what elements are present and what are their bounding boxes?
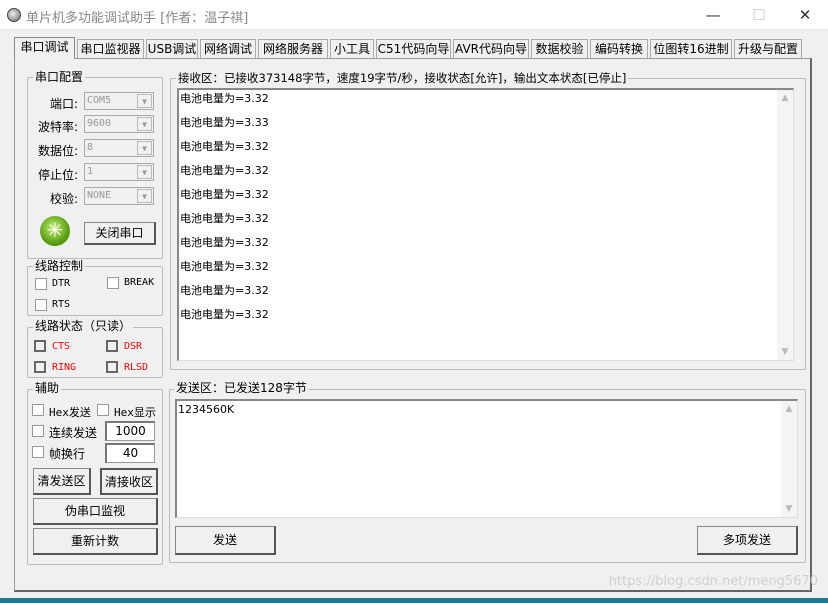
ring-checkbox xyxy=(34,361,46,373)
minimize-button[interactable]: — xyxy=(690,0,736,30)
receive-status-title: 接收区：已接收373148字节，速度19字节/秒，接收状态[允许]，输出文本状态… xyxy=(176,71,629,85)
data-bits-select[interactable]: 8 ▼ xyxy=(84,139,154,157)
scroll-up-icon[interactable]: ▲ xyxy=(777,93,793,103)
stop-bits-value: 1 xyxy=(87,166,94,177)
receive-line: 电池电量为=3.32 xyxy=(180,284,269,297)
rts-checkbox[interactable] xyxy=(35,299,47,311)
data-bits-value: 8 xyxy=(87,142,94,153)
tab-checksum[interactable]: 数据校验 xyxy=(531,39,588,59)
rlsd-label: RLSD xyxy=(124,362,149,373)
tab-tools[interactable]: 小工具 xyxy=(330,39,374,59)
pseudo-monitor-button[interactable]: 伪串口监视 xyxy=(33,498,158,525)
app-icon xyxy=(7,8,21,22)
scroll-down-icon[interactable]: ▼ xyxy=(781,504,797,514)
clear-send-button[interactable]: 清发送区 xyxy=(33,468,91,495)
tab-c51-wizard[interactable]: C51代码向导 xyxy=(376,39,451,59)
send-textarea[interactable]: 1234560K ▲ ▼ xyxy=(175,399,798,518)
tab-bar: 串口调试 串口监视器 USB调试 网络调试 网络服务器 小工具 C51代码向导 … xyxy=(14,37,804,59)
stop-bits-select[interactable]: 1 ▼ xyxy=(84,163,154,181)
tab-bitmap-hex[interactable]: 位图转16进制 xyxy=(650,39,732,59)
frame-value-input[interactable]: 40 xyxy=(105,443,155,463)
tab-avr-wizard[interactable]: AVR代码向导 xyxy=(453,39,529,59)
tab-upgrade-config[interactable]: 升级与配置 xyxy=(734,39,802,59)
send-content: 1234560K xyxy=(178,403,235,416)
tab-serial-debug[interactable]: 串口调试 xyxy=(14,37,75,59)
receive-textarea[interactable]: 电池电量为=3.32 电池电量为=3.33 电池电量为=3.32 电池电量为=3.32… xyxy=(177,88,794,361)
chevron-down-icon: ▼ xyxy=(137,165,152,179)
ring-label: RING xyxy=(52,362,77,373)
taskbar-edge xyxy=(0,598,828,603)
title-bar: 单片机多功能调试助手 [作者：温子祺] — ☐ ✕ xyxy=(0,0,828,30)
rts-label: RTS xyxy=(52,299,71,310)
recount-button[interactable]: 重新计数 xyxy=(33,528,158,555)
continuous-send-label: 连续发送 xyxy=(49,426,98,440)
port-select[interactable]: COM5 ▼ xyxy=(84,92,154,110)
scroll-down-icon[interactable]: ▼ xyxy=(777,347,793,357)
baud-label: 波特率: xyxy=(37,120,78,134)
send-scrollbar[interactable]: ▲ ▼ xyxy=(781,401,797,517)
parity-select[interactable]: NONE ▼ xyxy=(84,187,154,205)
close-port-button[interactable]: 关闭串口 xyxy=(84,222,156,245)
send-button[interactable]: 发送 xyxy=(175,526,276,555)
break-label: BREAK xyxy=(124,277,155,288)
receive-line: 电池电量为=3.32 xyxy=(180,164,269,177)
line-control-group xyxy=(27,266,163,316)
line-status-title: 线路状态（只读） xyxy=(33,319,134,333)
close-button[interactable]: ✕ xyxy=(782,0,828,30)
tab-network-server[interactable]: 网络服务器 xyxy=(258,39,328,59)
baud-value: 9600 xyxy=(87,118,112,129)
chevron-down-icon: ▼ xyxy=(137,117,152,131)
port-label: 端口: xyxy=(49,97,78,111)
hex-display-label: Hex显示 xyxy=(114,406,156,419)
baud-select[interactable]: 9600 ▼ xyxy=(84,115,154,133)
tab-serial-monitor[interactable]: 串口监视器 xyxy=(77,39,144,59)
receive-line: 电池电量为=3.32 xyxy=(180,92,269,105)
cts-label: CTS xyxy=(52,341,71,352)
break-checkbox[interactable] xyxy=(107,277,119,289)
cts-checkbox xyxy=(34,340,46,352)
tab-usb-debug[interactable]: USB调试 xyxy=(146,39,198,59)
multi-send-button[interactable]: 多项发送 xyxy=(697,526,798,555)
continuous-send-checkbox[interactable] xyxy=(32,425,44,437)
dsr-label: DSR xyxy=(124,341,143,352)
frame-newline-label: 帧换行 xyxy=(49,447,86,461)
receive-line: 电池电量为=3.32 xyxy=(180,140,269,153)
parity-value: NONE xyxy=(87,190,112,201)
maximize-button[interactable]: ☐ xyxy=(736,0,782,30)
send-status-title: 发送区：已发送128字节 xyxy=(174,381,309,395)
receive-scrollbar[interactable]: ▲ ▼ xyxy=(777,90,793,360)
hex-display-checkbox[interactable] xyxy=(97,404,109,416)
tab-network-debug[interactable]: 网络调试 xyxy=(200,39,256,59)
port-open-indicator-icon: ✳ xyxy=(40,216,70,246)
receive-line: 电池电量为=3.32 xyxy=(180,236,269,249)
hex-send-checkbox[interactable] xyxy=(32,404,44,416)
data-bits-label: 数据位: xyxy=(37,144,78,158)
interval-input[interactable]: 1000 xyxy=(105,421,155,441)
receive-line: 电池电量为=3.32 xyxy=(180,212,269,225)
receive-line: 电池电量为=3.32 xyxy=(180,188,269,201)
window-title: 单片机多功能调试助手 [作者：温子祺] xyxy=(26,11,249,26)
tab-encoding[interactable]: 编码转换 xyxy=(590,39,648,59)
receive-line: 电池电量为=3.32 xyxy=(180,260,269,273)
chevron-down-icon: ▼ xyxy=(137,94,152,108)
watermark: https://blog.csdn.net/meng5670 xyxy=(608,574,818,589)
dsr-checkbox xyxy=(106,340,118,352)
clear-receive-button[interactable]: 清接收区 xyxy=(100,468,158,495)
stop-bits-label: 停止位: xyxy=(37,168,78,182)
parity-label: 校验: xyxy=(49,192,78,206)
chevron-down-icon: ▼ xyxy=(137,141,152,155)
receive-line: 电池电量为=3.32 xyxy=(180,308,269,321)
hex-send-label: Hex发送 xyxy=(49,406,91,419)
assist-title: 辅助 xyxy=(33,381,62,395)
port-value: COM5 xyxy=(87,95,112,106)
dtr-label: DTR xyxy=(52,278,71,289)
serial-config-title: 串口配置 xyxy=(33,70,86,84)
chevron-down-icon: ▼ xyxy=(137,189,152,203)
line-control-title: 线路控制 xyxy=(33,259,86,273)
frame-newline-checkbox[interactable] xyxy=(32,446,44,458)
rlsd-checkbox xyxy=(106,361,118,373)
receive-line: 电池电量为=3.33 xyxy=(180,116,269,129)
dtr-checkbox[interactable] xyxy=(35,278,47,290)
scroll-up-icon[interactable]: ▲ xyxy=(781,404,797,414)
